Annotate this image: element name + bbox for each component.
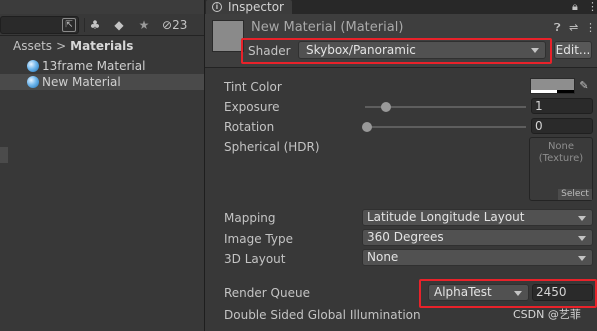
shader-value: Skybox/Panoramic: [306, 43, 416, 57]
chevron-down-icon: [514, 291, 522, 296]
pick-icon[interactable]: ⇱: [62, 18, 76, 32]
rotation-input[interactable]: 0: [531, 118, 593, 134]
eyedropper-icon[interactable]: ✎: [577, 78, 591, 94]
group-icon[interactable]: ♣: [86, 16, 104, 34]
info-icon: i: [212, 2, 222, 12]
tab-inspector[interactable]: i Inspector: [206, 0, 292, 14]
render-queue-label: Render Queue: [224, 286, 310, 300]
label-icon[interactable]: ◆: [110, 16, 128, 34]
preset-icon[interactable]: ⇌: [569, 21, 578, 34]
hidden-packages-button[interactable]: ⊘23: [162, 16, 202, 34]
project-toolbar: ⇱ ♣ ◆ ★ ⊘23: [0, 14, 204, 36]
tint-label: Tint Color: [224, 80, 282, 94]
breadcrumb: Assets > Materials: [0, 36, 204, 56]
material-sphere-icon: [27, 76, 39, 88]
rotation-slider-thumb[interactable]: [362, 122, 372, 132]
project-panel: ⇱ ♣ ◆ ★ ⊘23 Assets > Materials 13frame Mat…: [0, 0, 204, 331]
exposure-label: Exposure: [224, 100, 280, 114]
material-header: New Material (Material) ❓︎ ⇌ ⋮ Shader Sk…: [205, 14, 597, 68]
mapping-dropdown[interactable]: Latitude Longitude Layout: [362, 209, 593, 226]
help-icon[interactable]: ❓︎: [554, 21, 561, 35]
material-sphere-icon: [27, 60, 39, 72]
rotation-label: Rotation: [224, 120, 275, 134]
layout-value: None: [367, 250, 399, 264]
watermark: CSDN @艺菲: [513, 308, 581, 321]
texture-none: None: [547, 141, 575, 152]
image-type-dropdown[interactable]: 360 Degrees: [362, 229, 593, 246]
hidden-count: 23: [172, 18, 188, 32]
mapping-label: Mapping: [224, 211, 276, 225]
tint-color-field[interactable]: [530, 78, 575, 94]
edit-shader-button[interactable]: Edit...: [554, 41, 592, 59]
dsgi-label: Double Sided Global Illumination: [224, 308, 421, 322]
inspector-panel: i Inspector 🔒︎ ⋮ New Material (Material)…: [205, 0, 597, 331]
asset-name: New Material: [42, 75, 121, 89]
hidden-eye-icon: ⊘: [162, 18, 173, 32]
exposure-slider[interactable]: [365, 102, 526, 112]
texture-select-button[interactable]: Select: [558, 189, 592, 200]
panel-resize-handle[interactable]: [0, 147, 8, 163]
shader-dropdown[interactable]: Skybox/Panoramic: [298, 41, 546, 59]
material-title: New Material (Material): [251, 20, 404, 35]
rotation-slider[interactable]: [362, 122, 526, 132]
breadcrumb-materials[interactable]: Materials: [70, 39, 133, 53]
image-type-label: Image Type: [224, 232, 293, 246]
asset-item[interactable]: 13frame Material: [0, 58, 204, 74]
shader-label: Shader: [248, 44, 291, 58]
kebab-menu-icon[interactable]: ⋮: [587, 0, 597, 14]
exposure-input[interactable]: 1: [531, 98, 593, 114]
kebab-menu-icon[interactable]: ⋮: [585, 21, 596, 34]
chevron-down-icon: [578, 236, 586, 241]
spherical-label: Spherical (HDR): [224, 140, 320, 154]
layout-dropdown[interactable]: None: [362, 249, 593, 266]
chevron-down-icon: [578, 256, 586, 261]
render-queue-mode: AlphaTest: [434, 285, 492, 299]
chevron-down-icon: [531, 48, 539, 53]
search-input[interactable]: ⇱: [0, 16, 79, 34]
mapping-value: Latitude Longitude Layout: [367, 210, 525, 224]
toolbar-divider: [84, 18, 85, 32]
exposure-slider-thumb[interactable]: [381, 102, 391, 112]
tab-inspector-label: Inspector: [228, 0, 284, 14]
image-type-value: 360 Degrees: [367, 230, 444, 244]
asset-item-selected[interactable]: New Material: [0, 74, 204, 90]
texture-type: (Texture): [538, 153, 584, 164]
alpha-bar: [531, 90, 574, 93]
breadcrumb-separator: >: [56, 39, 67, 53]
star-icon[interactable]: ★: [135, 16, 153, 34]
asset-name: 13frame Material: [42, 59, 146, 73]
render-queue-dropdown[interactable]: AlphaTest: [428, 284, 529, 301]
chevron-down-icon: [578, 216, 586, 221]
layout-label: 3D Layout: [224, 252, 286, 266]
material-preview: [212, 20, 244, 52]
breadcrumb-assets[interactable]: Assets: [13, 39, 52, 53]
lock-icon[interactable]: 🔒︎: [572, 0, 578, 14]
render-queue-input[interactable]: 2450: [532, 284, 593, 301]
texture-slot[interactable]: None (Texture) Select: [529, 137, 593, 201]
inspector-tabbar: i Inspector 🔒︎ ⋮: [205, 0, 597, 14]
